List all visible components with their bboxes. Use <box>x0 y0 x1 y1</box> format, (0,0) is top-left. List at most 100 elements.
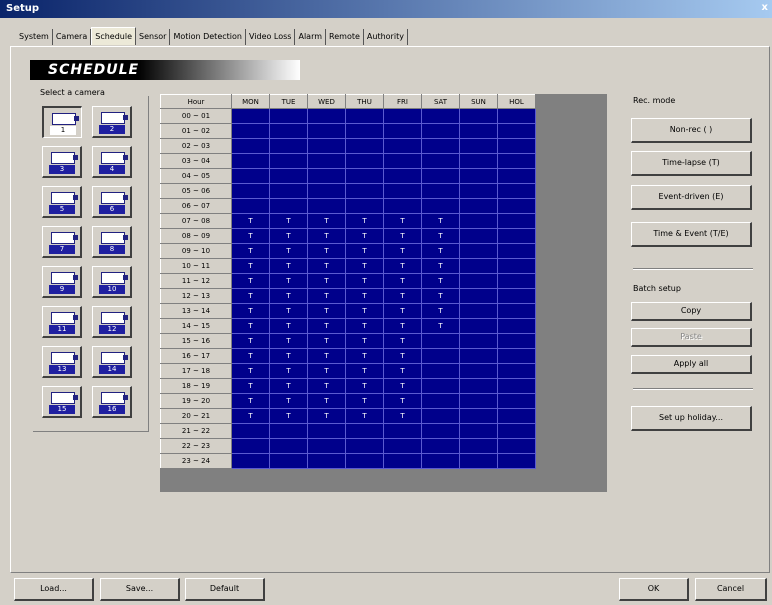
hour-label[interactable]: 02 ~ 03 <box>160 138 232 154</box>
schedule-cell[interactable]: T <box>307 363 346 379</box>
schedule-cell[interactable] <box>307 153 346 169</box>
schedule-cell[interactable]: T <box>307 258 346 274</box>
schedule-cell[interactable] <box>307 453 346 469</box>
schedule-cell[interactable] <box>421 153 460 169</box>
schedule-cell[interactable] <box>497 108 536 124</box>
schedule-cell[interactable] <box>497 303 536 319</box>
tab-camera[interactable]: Camera <box>53 29 92 45</box>
schedule-cell[interactable] <box>269 108 308 124</box>
save-button[interactable]: Save... <box>100 578 180 601</box>
schedule-cell[interactable]: T <box>383 213 422 229</box>
hour-label[interactable]: 15 ~ 16 <box>160 333 232 349</box>
schedule-cell[interactable]: T <box>269 408 308 424</box>
schedule-cell[interactable]: T <box>231 273 270 289</box>
schedule-cell[interactable] <box>497 183 536 199</box>
schedule-cell[interactable]: T <box>231 303 270 319</box>
schedule-cell[interactable]: T <box>345 363 384 379</box>
schedule-cell[interactable] <box>459 153 498 169</box>
schedule-cell[interactable]: T <box>307 243 346 259</box>
schedule-cell[interactable] <box>231 183 270 199</box>
schedule-cell[interactable]: T <box>345 213 384 229</box>
schedule-cell[interactable] <box>459 228 498 244</box>
set-up-holiday-button[interactable]: Set up holiday... <box>631 406 752 431</box>
schedule-cell[interactable] <box>459 123 498 139</box>
schedule-cell[interactable] <box>497 348 536 364</box>
camera-button-2[interactable]: 2 <box>92 106 132 138</box>
schedule-cell[interactable]: T <box>421 273 460 289</box>
schedule-cell[interactable] <box>383 438 422 454</box>
schedule-cell[interactable] <box>345 123 384 139</box>
schedule-cell[interactable] <box>459 318 498 334</box>
schedule-cell[interactable]: T <box>421 243 460 259</box>
schedule-cell[interactable] <box>307 438 346 454</box>
schedule-cell[interactable]: T <box>269 288 308 304</box>
schedule-cell[interactable] <box>497 393 536 409</box>
schedule-cell[interactable] <box>497 378 536 394</box>
schedule-cell[interactable]: T <box>307 228 346 244</box>
schedule-cell[interactable] <box>269 168 308 184</box>
paste-button[interactable]: Paste <box>631 328 752 347</box>
time-lapse-button[interactable]: Time-lapse (T) <box>631 151 752 176</box>
schedule-cell[interactable] <box>497 243 536 259</box>
camera-button-7[interactable]: 7 <box>42 226 82 258</box>
schedule-cell[interactable]: T <box>307 318 346 334</box>
schedule-cell[interactable] <box>459 438 498 454</box>
tab-authority[interactable]: Authority <box>364 29 408 45</box>
schedule-cell[interactable] <box>383 453 422 469</box>
schedule-cell[interactable] <box>497 168 536 184</box>
day-header-sat[interactable]: SAT <box>421 94 460 109</box>
schedule-cell[interactable]: T <box>421 228 460 244</box>
schedule-cell[interactable] <box>383 138 422 154</box>
schedule-cell[interactable] <box>459 408 498 424</box>
schedule-cell[interactable] <box>459 363 498 379</box>
schedule-cell[interactable] <box>421 333 460 349</box>
schedule-cell[interactable] <box>421 393 460 409</box>
tab-schedule[interactable]: Schedule <box>91 27 137 45</box>
schedule-cell[interactable] <box>345 138 384 154</box>
tab-system[interactable]: System <box>16 29 53 45</box>
schedule-cell[interactable]: T <box>345 228 384 244</box>
schedule-cell[interactable]: T <box>231 228 270 244</box>
schedule-cell[interactable] <box>231 138 270 154</box>
camera-button-15[interactable]: 15 <box>42 386 82 418</box>
default-button[interactable]: Default <box>185 578 265 601</box>
hour-label[interactable]: 16 ~ 17 <box>160 348 232 364</box>
schedule-cell[interactable]: T <box>383 243 422 259</box>
camera-button-16[interactable]: 16 <box>92 386 132 418</box>
schedule-cell[interactable]: T <box>307 333 346 349</box>
schedule-cell[interactable] <box>383 423 422 439</box>
schedule-cell[interactable]: T <box>231 213 270 229</box>
schedule-cell[interactable] <box>459 393 498 409</box>
schedule-cell[interactable]: T <box>383 348 422 364</box>
schedule-cell[interactable] <box>231 153 270 169</box>
schedule-cell[interactable] <box>421 123 460 139</box>
schedule-cell[interactable]: T <box>231 348 270 364</box>
schedule-cell[interactable] <box>231 198 270 214</box>
schedule-cell[interactable] <box>345 453 384 469</box>
schedule-cell[interactable] <box>459 333 498 349</box>
schedule-cell[interactable] <box>497 153 536 169</box>
schedule-cell[interactable]: T <box>231 288 270 304</box>
schedule-cell[interactable] <box>269 153 308 169</box>
schedule-cell[interactable] <box>459 198 498 214</box>
hour-label[interactable]: 13 ~ 14 <box>160 303 232 319</box>
schedule-cell[interactable] <box>497 318 536 334</box>
schedule-cell[interactable] <box>231 108 270 124</box>
schedule-cell[interactable] <box>459 423 498 439</box>
hour-label[interactable]: 22 ~ 23 <box>160 438 232 454</box>
camera-button-11[interactable]: 11 <box>42 306 82 338</box>
schedule-cell[interactable]: T <box>383 378 422 394</box>
schedule-cell[interactable] <box>383 153 422 169</box>
schedule-cell[interactable]: T <box>307 288 346 304</box>
tab-video-loss[interactable]: Video Loss <box>246 29 296 45</box>
schedule-cell[interactable]: T <box>231 243 270 259</box>
schedule-cell[interactable]: T <box>345 303 384 319</box>
event-driven-button[interactable]: Event-driven (E) <box>631 185 752 210</box>
hour-label[interactable]: 14 ~ 15 <box>160 318 232 334</box>
schedule-cell[interactable] <box>497 213 536 229</box>
schedule-cell[interactable] <box>459 168 498 184</box>
camera-button-9[interactable]: 9 <box>42 266 82 298</box>
camera-button-5[interactable]: 5 <box>42 186 82 218</box>
hour-label[interactable]: 23 ~ 24 <box>160 453 232 469</box>
schedule-cell[interactable]: T <box>269 318 308 334</box>
